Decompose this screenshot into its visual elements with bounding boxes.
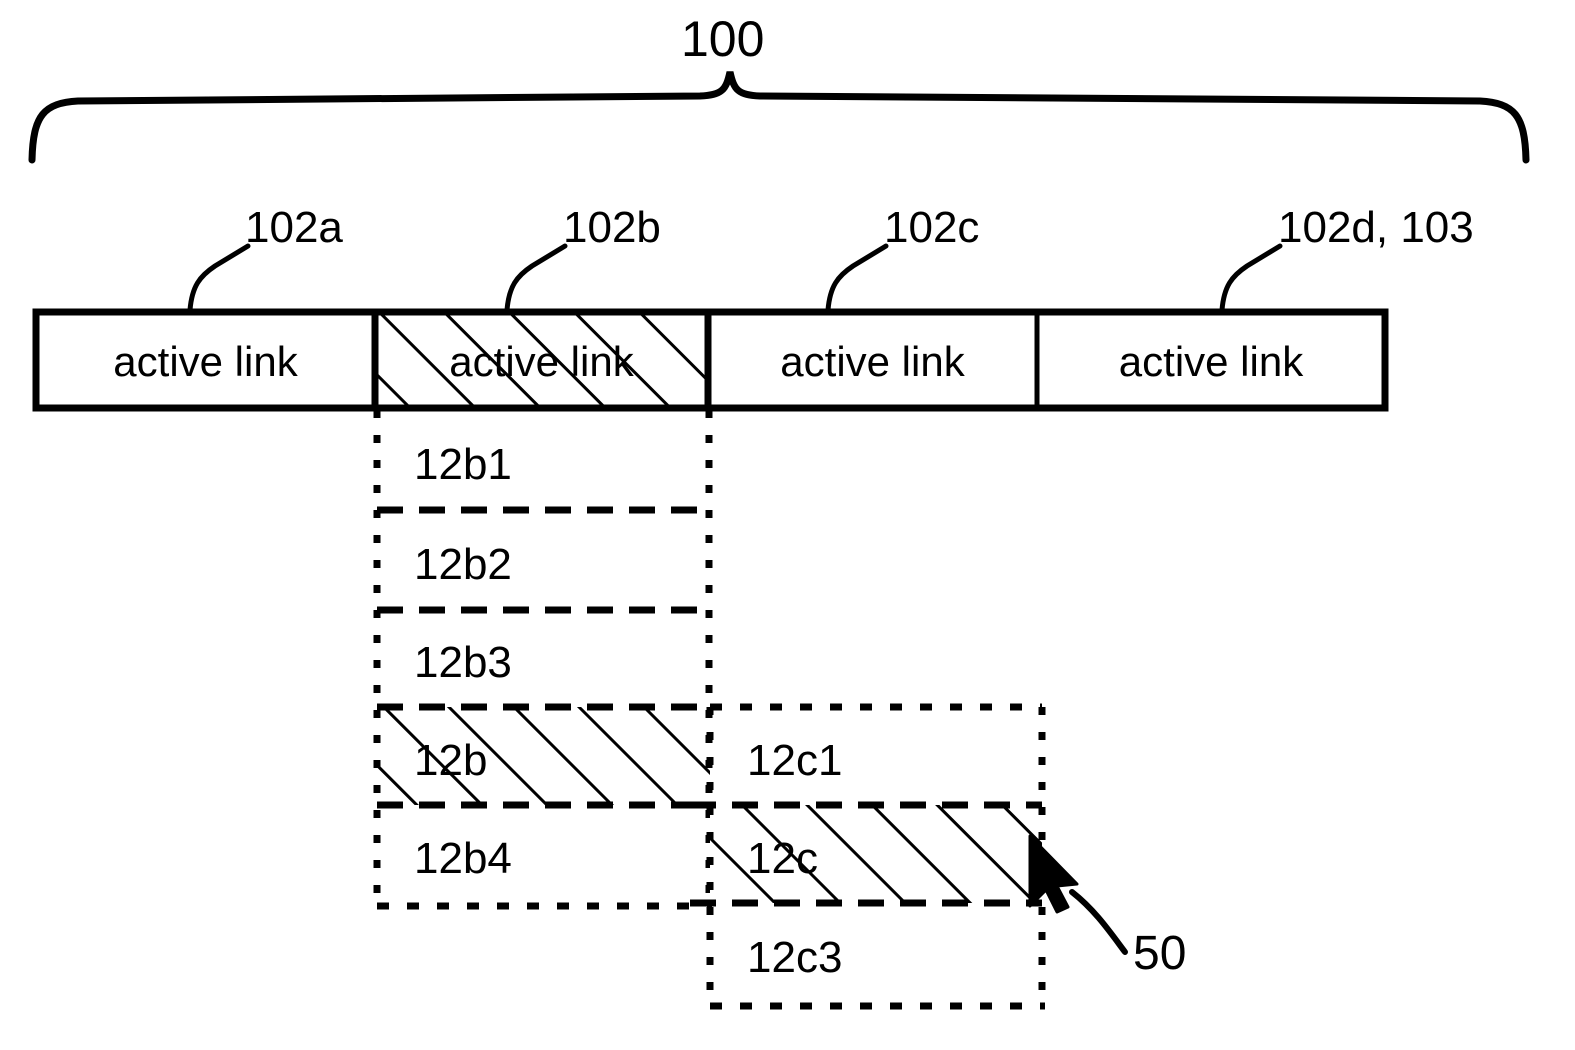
link-segment-label-102b: active link xyxy=(449,338,634,385)
bracket-100 xyxy=(28,71,1530,164)
figure-vector-layer xyxy=(28,71,1530,1010)
ref-label-102c: 102c xyxy=(884,203,980,252)
ref-label-102b: 102b xyxy=(563,203,661,252)
leader-lines xyxy=(187,243,1283,313)
leader-102a xyxy=(187,243,251,313)
link-segment-label-102a: active link xyxy=(113,338,298,385)
grid-row-label-12b2: 12b2 xyxy=(414,540,512,589)
ref-label-100: 100 xyxy=(681,11,765,67)
link-segment-label-102c: active link xyxy=(780,338,965,385)
patent-figure: 100 102a 102b 102c 102d, 103 active link… xyxy=(0,0,1575,1050)
grid-row-label-12b1: 12b1 xyxy=(414,440,512,489)
leader-102c xyxy=(825,243,889,313)
grid-row-label-12b: 12b xyxy=(414,736,488,785)
ref-label-102a: 102a xyxy=(245,203,343,252)
grid-row-label-12c3: 12c3 xyxy=(747,933,843,982)
link-segment-label-102d: active link xyxy=(1118,338,1304,385)
right-dotted-grid xyxy=(690,703,1046,1010)
grid-row-label-12b4: 12b4 xyxy=(414,834,512,883)
leader-102b xyxy=(504,243,568,313)
leader-102d xyxy=(1219,243,1283,313)
ref-label-102d-103: 102d, 103 xyxy=(1278,203,1474,252)
grid-row-label-12c1: 12c1 xyxy=(747,736,843,785)
grid-row-label-12b3: 12b3 xyxy=(414,638,512,687)
ref-label-50: 50 xyxy=(1133,927,1187,980)
grid-row-label-12c: 12c xyxy=(747,834,818,883)
